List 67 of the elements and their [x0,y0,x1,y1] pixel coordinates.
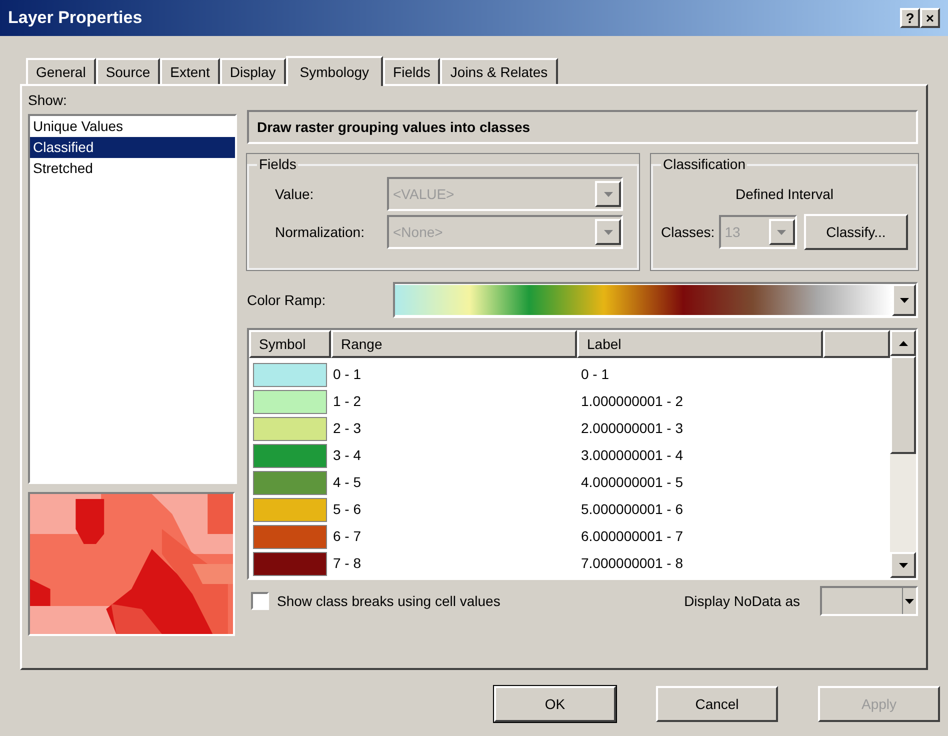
range-cell-text: 6 - 7 [332,527,362,546]
symbol-swatch[interactable] [253,416,327,440]
dropdown-arrow-icon [900,298,908,302]
range-cell-text: 0 - 1 [332,365,362,384]
label-cell-text: 1.000000001 - 2 [580,392,684,411]
range-cell-text: 1 - 2 [332,392,362,411]
symbol-swatch[interactable] [253,552,327,576]
dropdown-arrow-icon [604,192,612,196]
tab[interactable]: Joins & Relates [440,58,558,84]
nodata-label: Display NoData as [684,592,800,611]
dialog-button[interactable]: OK [494,686,616,722]
range-cell-text: 7 - 8 [332,554,362,573]
tab[interactable]: Extent [160,58,220,84]
dialog-button[interactable]: Cancel [656,686,778,722]
scroll-up-icon[interactable] [898,340,908,346]
label-cell-text: 5.000000001 - 6 [580,500,684,519]
help-button[interactable]: ? [900,8,920,28]
scroll-down-icon [898,562,908,568]
classify-button[interactable]: Classify... [804,214,908,250]
label-cell-text: 6.000000001 - 7 [580,527,684,546]
symbol-swatch[interactable] [253,498,327,522]
list-item[interactable]: Stretched [30,158,235,179]
symbol-swatch[interactable] [253,390,327,414]
range-cell-text: 5 - 6 [332,500,362,519]
nodata-color-dropdown[interactable] [820,586,918,616]
scrollbar[interactable] [890,330,916,578]
column-header[interactable]: Label [577,330,823,358]
range-cell-text: 4 - 5 [332,473,362,492]
description-text: Draw raster grouping values into classes [257,118,530,137]
column-header[interactable]: Symbol [249,330,331,358]
method-text: Defined Interval [735,184,834,204]
label-cell-text: 2.000000001 - 3 [580,419,684,438]
show-label: Show: [28,91,68,110]
dropdown-arrow-icon [777,230,786,234]
group-title: Fields [258,155,298,174]
tab[interactable]: Display [220,58,286,84]
tab[interactable]: Source [96,58,160,84]
list-item[interactable]: Classified [30,137,235,158]
symbol-swatch[interactable] [253,444,327,468]
field-label: Normalization: [274,222,366,242]
classes-label: Classes: [661,222,715,242]
group-title: Classification [662,155,746,174]
window-title: Layer Properties [8,7,144,30]
checkbox[interactable] [251,592,269,610]
symbol-swatch[interactable] [253,362,327,386]
checkbox-label: Show class breaks using cell values [277,592,502,611]
column-header[interactable]: Range [331,330,577,358]
tab[interactable]: Symbology [286,56,384,86]
dropdown-arrow-icon [905,598,914,604]
close-button[interactable]: × [920,8,940,28]
color-ramp-label: Color Ramp: [247,290,327,310]
label-cell-text: 4.000000001 - 5 [580,473,684,492]
scroll-thumb[interactable] [890,356,916,454]
color-ramp-dropdown[interactable] [393,282,918,318]
field-label: Value: [274,184,315,204]
label-cell-text: 7.000000001 - 8 [580,554,684,573]
range-cell-text: 2 - 3 [332,419,362,438]
dropdown-arrow-icon [604,230,612,234]
range-cell-text: 3 - 4 [332,446,362,465]
symbol-swatch[interactable] [253,470,327,494]
tab[interactable]: General [26,58,96,84]
label-cell-text: 0 - 1 [580,365,610,384]
symbol-swatch[interactable] [253,524,327,548]
tab[interactable]: Fields [383,58,440,84]
label-cell-text: 3.000000001 - 4 [580,446,684,465]
renderer-list[interactable]: Unique Values Classified Stretched [28,114,237,484]
list-item[interactable]: Unique Values [30,116,235,137]
